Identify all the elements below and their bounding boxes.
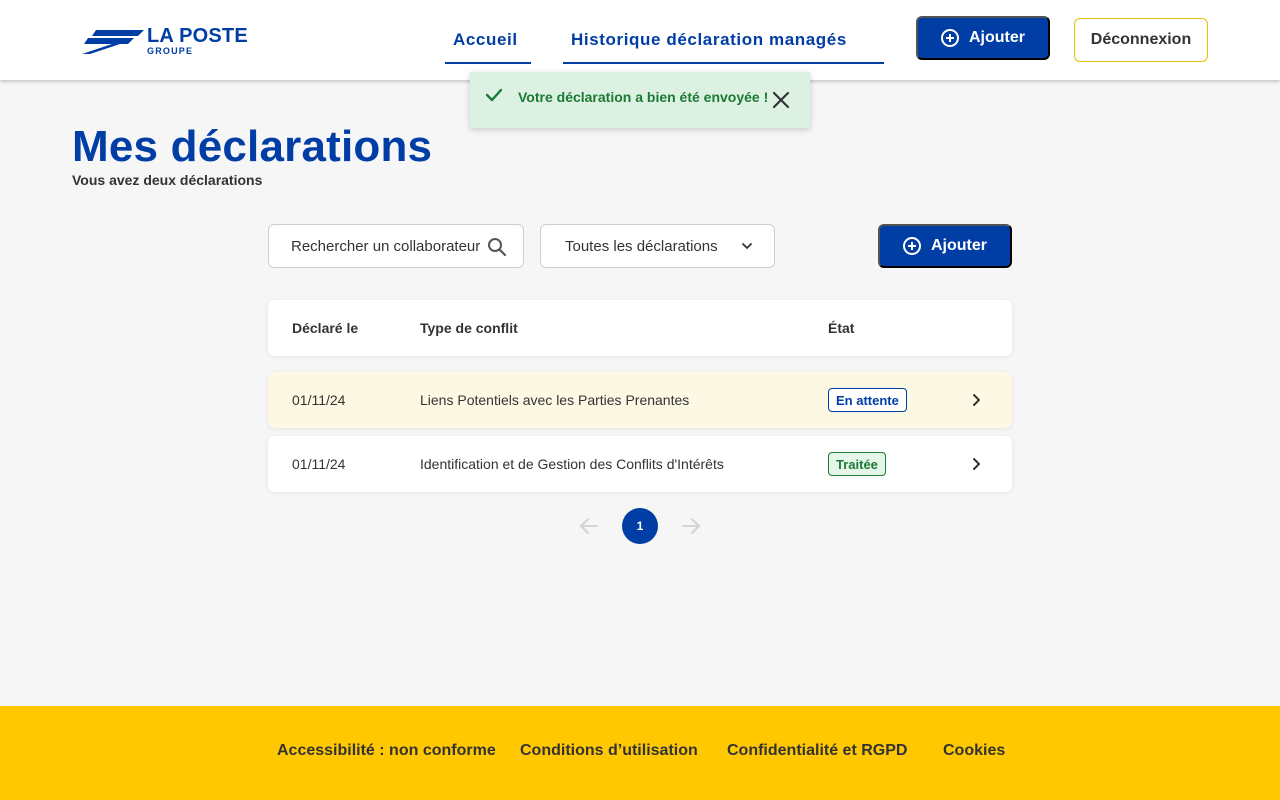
- table-row[interactable]: 01/11/24 Liens Potentiels avec les Parti…: [268, 372, 1012, 428]
- chevron-down-icon: [742, 243, 752, 249]
- la-poste-bird-icon: [82, 30, 144, 54]
- chevron-right-icon[interactable]: [971, 393, 981, 407]
- declaration-filter-select[interactable]: Toutes les déclarations: [540, 224, 775, 268]
- row-type: Identification et de Gestion des Conflit…: [420, 456, 724, 472]
- search-box: [268, 224, 524, 268]
- pagination-current-page[interactable]: 1: [622, 508, 658, 544]
- search-icon[interactable]: [487, 237, 507, 257]
- footer: Accessibilité : non conforme Conditions …: [0, 706, 1280, 800]
- nav-accueil[interactable]: Accueil: [445, 28, 531, 64]
- footer-link-accessibility[interactable]: Accessibilité : non conforme: [277, 742, 496, 760]
- plus-circle-icon: [941, 29, 959, 47]
- column-header-type: Type de conflit: [420, 320, 518, 336]
- logout-label: Déconnexion: [1090, 31, 1192, 48]
- search-input[interactable]: [291, 225, 483, 267]
- page-subtitle: Vous avez deux déclarations: [72, 172, 263, 188]
- column-header-state: État: [828, 320, 855, 336]
- logout-button[interactable]: Déconnexion: [1074, 18, 1208, 62]
- toast-message: Votre déclaration a bien été envoyée !: [518, 89, 769, 105]
- success-toast: Votre déclaration a bien été envoyée !: [470, 72, 810, 128]
- add-declaration-button[interactable]: Ajouter: [878, 224, 1012, 268]
- logo-sub-text: GROUPE: [147, 46, 194, 56]
- status-badge: Traitée: [828, 452, 886, 476]
- chevron-right-icon[interactable]: [971, 457, 981, 471]
- table-header: Déclaré le Type de conflit État: [268, 300, 1012, 356]
- filter-selected-value: Toutes les déclarations: [565, 238, 718, 255]
- arrow-left-icon[interactable]: [578, 515, 600, 537]
- check-icon: [486, 88, 502, 102]
- footer-link-privacy[interactable]: Confidentialité et RGPD: [727, 742, 907, 760]
- page-title: Mes déclarations: [72, 122, 433, 171]
- add-declaration-label: Ajouter: [931, 237, 987, 254]
- logo-main-text: LA POSTE: [147, 25, 248, 47]
- close-icon[interactable]: [772, 91, 790, 109]
- header-add-button[interactable]: Ajouter: [916, 16, 1050, 60]
- table-row[interactable]: 01/11/24 Identification et de Gestion de…: [268, 436, 1012, 492]
- row-type: Liens Potentiels avec les Parties Prenan…: [420, 392, 690, 408]
- footer-link-terms[interactable]: Conditions d’utilisation: [520, 742, 698, 760]
- arrow-right-icon[interactable]: [680, 515, 702, 537]
- la-poste-logo[interactable]: LA POSTE GROUPE: [82, 24, 252, 58]
- status-badge: En attente: [828, 388, 907, 412]
- logo-text: LA POSTE GROUPE: [147, 26, 248, 56]
- header-add-label: Ajouter: [969, 29, 1025, 46]
- row-date: 01/11/24: [292, 392, 346, 408]
- column-header-date: Déclaré le: [292, 320, 359, 336]
- nav-historique[interactable]: Historique déclaration managés: [563, 28, 884, 64]
- footer-link-cookies[interactable]: Cookies: [943, 742, 1005, 760]
- header: LA POSTE GROUPE Accueil Historique décla…: [0, 0, 1280, 80]
- row-date: 01/11/24: [292, 456, 346, 472]
- plus-circle-icon: [903, 237, 921, 255]
